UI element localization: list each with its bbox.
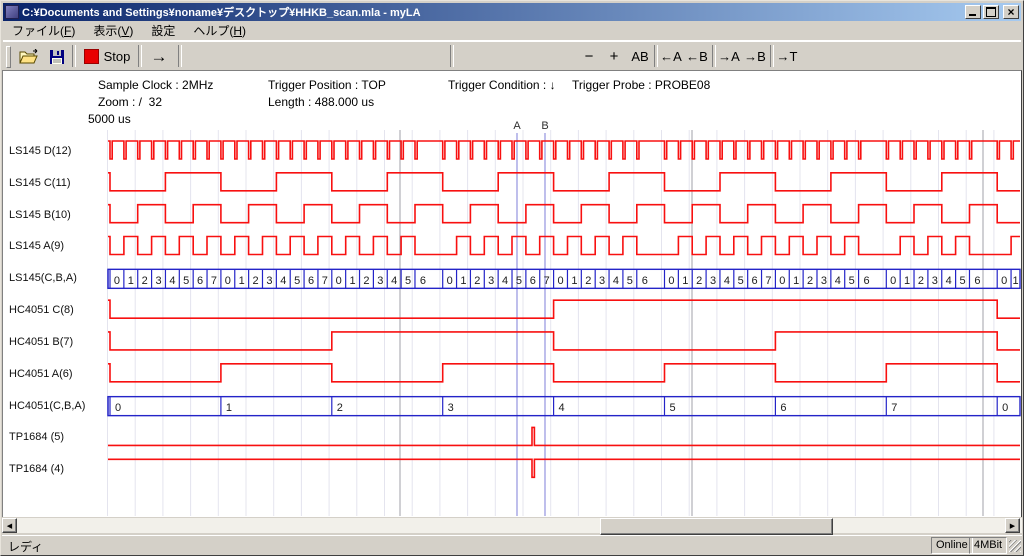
bus-cell-value: 3: [599, 275, 605, 287]
bus-cell-value: 7: [891, 402, 897, 414]
channel-label: LS145 A(9): [9, 240, 105, 252]
bus-cell-value: 6: [864, 275, 870, 287]
bus-cell-value: 3: [932, 275, 938, 287]
bus-cell-value: 4: [502, 275, 508, 287]
bus-cell-value: 2: [252, 275, 258, 287]
timebase-label: 5000 us: [88, 112, 131, 126]
bus-cell-value: 2: [585, 275, 591, 287]
sample-clock-info: Sample Clock : 2MHz: [98, 78, 213, 92]
bus-cell-value: 2: [918, 275, 924, 287]
bus-cell-value: 2: [807, 275, 813, 287]
bus-cell-value: 3: [266, 275, 272, 287]
bus-cell-value: 0: [890, 275, 896, 287]
channel-label: HC4051 A(6): [9, 368, 105, 380]
bus-cell-value: 4: [835, 275, 841, 287]
channel-label: HC4051 B(7): [9, 336, 105, 348]
bus-cell-value: 0: [668, 275, 674, 287]
bus-cell-value: 3: [710, 275, 716, 287]
trigger-condition-info: Trigger Condition : ↓: [448, 78, 556, 92]
bus-cell-value: 6: [308, 275, 314, 287]
bus-cell-value: 5: [627, 275, 633, 287]
bus-cell-value: 0: [1001, 275, 1007, 287]
bus-cell-value: 1: [239, 275, 245, 287]
length-info: Length : 488.000 us: [268, 95, 374, 109]
cursor-label-B: B: [540, 120, 550, 132]
bus-cell-value: 7: [544, 275, 550, 287]
bus-cell-value: 0: [447, 275, 453, 287]
bus-cell-value: 5: [669, 402, 675, 414]
bus-cell-value: 5: [183, 275, 189, 287]
bus-cell-value: 6: [780, 402, 786, 414]
bus-cell-value: 4: [613, 275, 619, 287]
bus-cell-value: 4: [169, 275, 175, 287]
bus-cell-value: 1: [682, 275, 688, 287]
bus-cell-value: 1: [226, 402, 232, 414]
bus-cell-value: 4: [559, 402, 565, 414]
bus-cell-value: 1: [128, 275, 134, 287]
bus-cell-value: 0: [336, 275, 342, 287]
channel-label: LS145 D(12): [9, 145, 105, 157]
bus-cell-value: 2: [696, 275, 702, 287]
bus-cell-value: 0: [1002, 402, 1008, 414]
bus-cell-value: 1: [793, 275, 799, 287]
zoom-info: Zoom : / 32: [98, 95, 162, 109]
bus-cell-value: 5: [405, 275, 411, 287]
bus-cell-value: 6: [197, 275, 203, 287]
bus-cell-value: 6: [974, 275, 980, 287]
bus-cell-value: 3: [448, 402, 454, 414]
bus-cell-value: 5: [738, 275, 744, 287]
bus-cell-value: 0: [779, 275, 785, 287]
bus-cell-value: 2: [142, 275, 148, 287]
bus-cell-value: 7: [322, 275, 328, 287]
channel-label: LS145(C,B,A): [9, 272, 105, 284]
bus-cell-value: 0: [114, 275, 120, 287]
bus-cell-value: 4: [280, 275, 286, 287]
trigger-probe-info: Trigger Probe : PROBE08: [572, 78, 710, 92]
channel-label: TP1684 (4): [9, 463, 105, 475]
bus-cell-value: 7: [765, 275, 771, 287]
bus-cell-value: 0: [225, 275, 231, 287]
bus-cell-value: 5: [849, 275, 855, 287]
bus-cell-value: 1: [904, 275, 910, 287]
bus-cell-value: 1: [460, 275, 466, 287]
bus-cell-value: 6: [642, 275, 648, 287]
bus-cell-value: 5: [294, 275, 300, 287]
trigger-position-info: Trigger Position : TOP: [268, 78, 386, 92]
bus-cell-value: 4: [391, 275, 397, 287]
channel-label: TP1684 (5): [9, 431, 105, 443]
bus-cell-value: 5: [959, 275, 965, 287]
bus-cell-value: 4: [724, 275, 730, 287]
channel-label: LS145 C(11): [9, 177, 105, 189]
cursor-label-A: A: [512, 120, 522, 132]
bus-cell-value: 7: [211, 275, 217, 287]
bus-cell-value: 2: [363, 275, 369, 287]
bus-cell-value: 1: [571, 275, 577, 287]
bus-cell-value: 4: [946, 275, 952, 287]
bus-cell-value: 6: [752, 275, 758, 287]
bus-cell-value: 1: [350, 275, 356, 287]
bus-cell-value: 3: [377, 275, 383, 287]
bus-cell-value: 3: [488, 275, 494, 287]
channel-label: HC4051(C,B,A): [9, 400, 105, 412]
channel-label: LS145 B(10): [9, 209, 105, 221]
bus-cell-value: 0: [557, 275, 563, 287]
bus-cell-value: 3: [155, 275, 161, 287]
bus-cell-value: 3: [821, 275, 827, 287]
bus-cell-value: 6: [530, 275, 536, 287]
bus-cell-value: 0: [115, 402, 121, 414]
bus-cell-value: 2: [337, 402, 343, 414]
bus-cell-value: 5: [516, 275, 522, 287]
channel-label: HC4051 C(8): [9, 304, 105, 316]
bus-cell-value: 6: [420, 275, 426, 287]
bus-cell-value: 2: [474, 275, 480, 287]
bus-cell-value: 1: [1012, 275, 1018, 287]
